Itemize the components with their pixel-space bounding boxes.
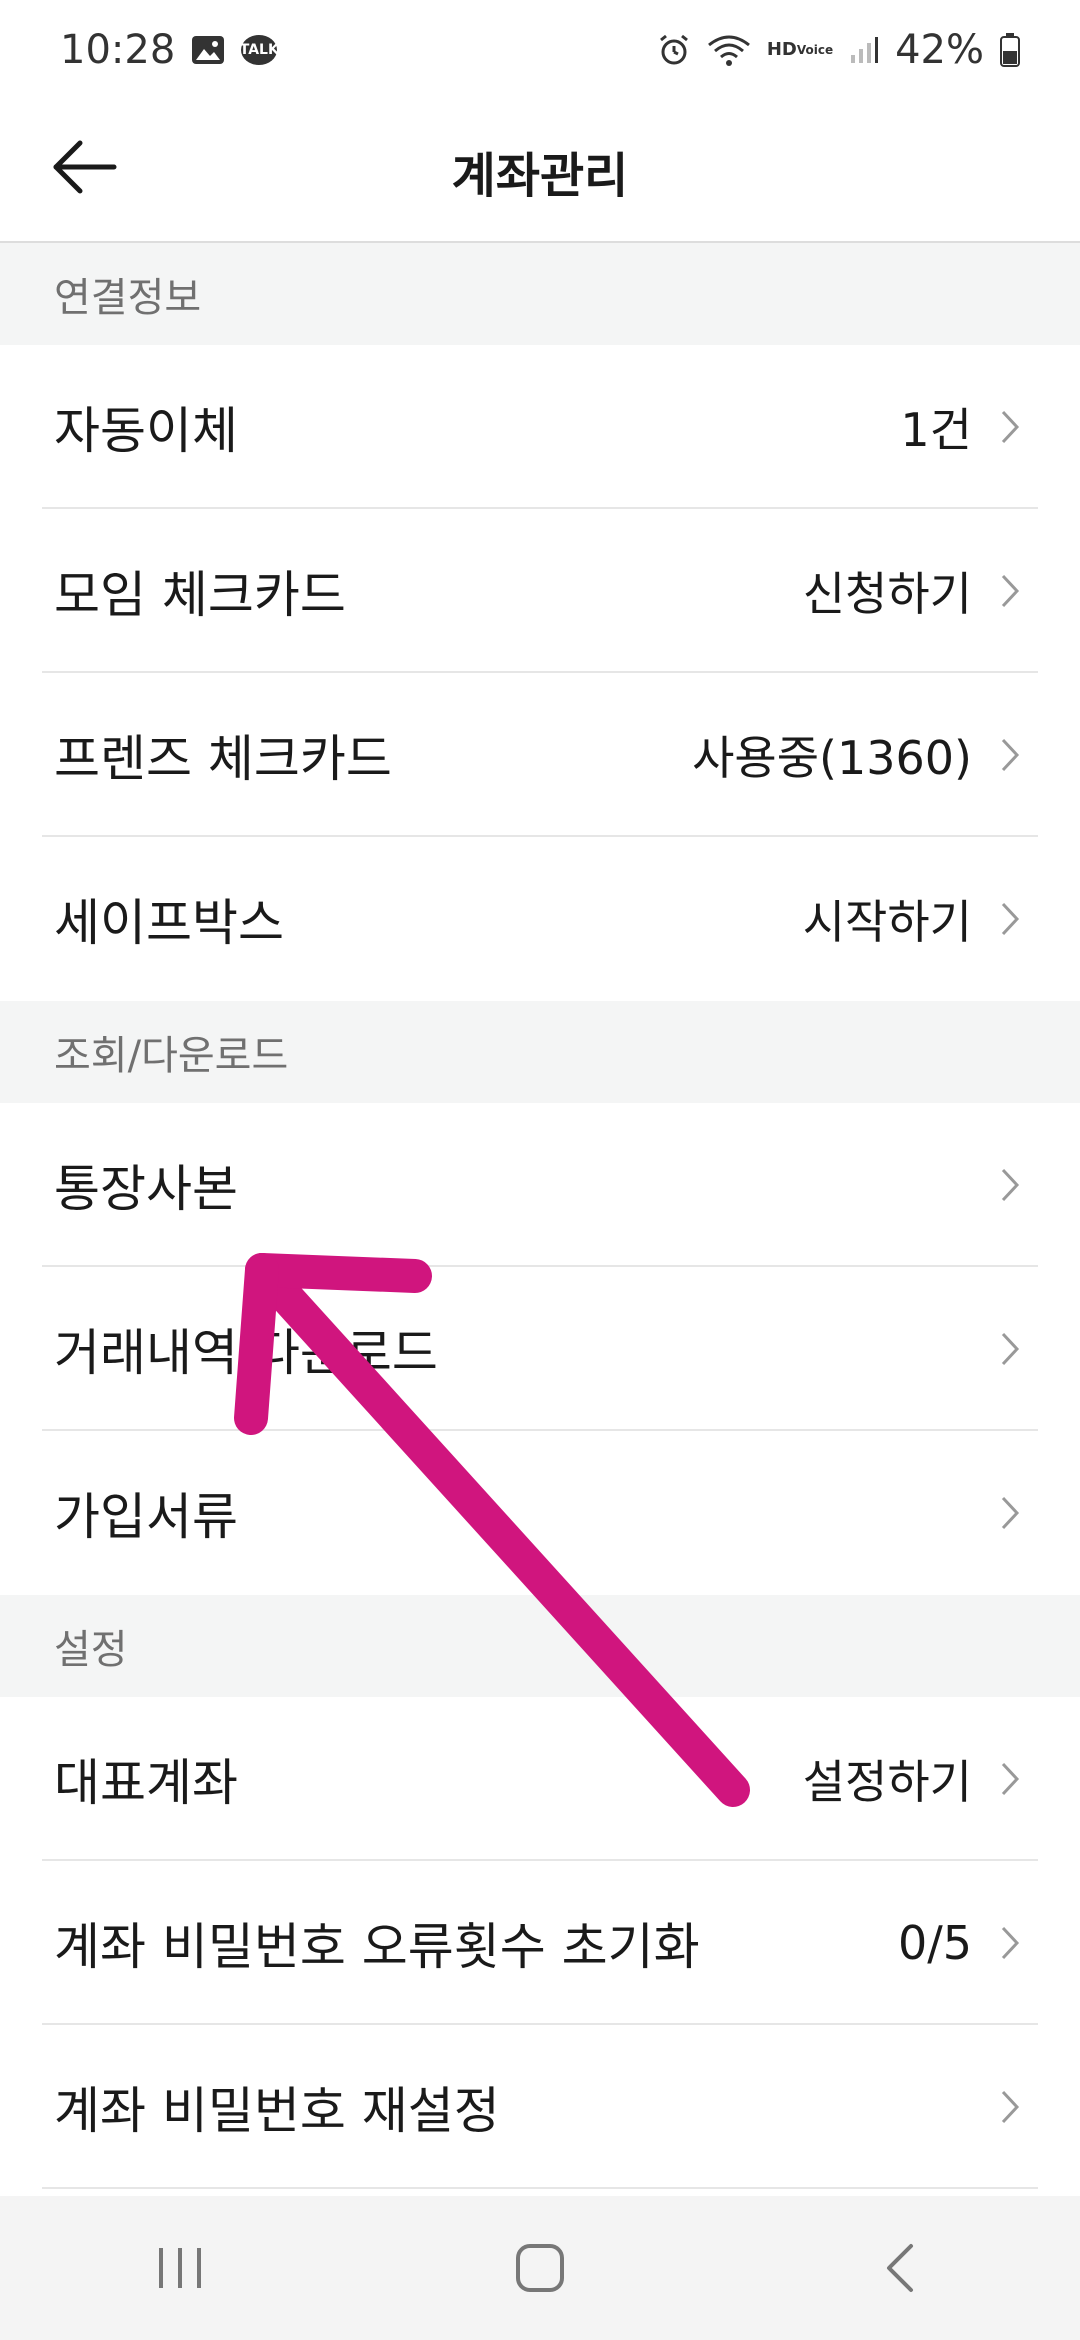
chevron-right-icon <box>1000 571 1026 611</box>
row-right <box>972 1329 1026 1369</box>
signal-icon <box>849 35 879 65</box>
status-time: 10:28 <box>60 27 176 73</box>
row-label: 가입서류 <box>54 1488 238 1546</box>
chevron-right-icon <box>1000 1493 1026 1533</box>
row-primary-account[interactable]: 대표계좌 설정하기 <box>0 1697 1080 1861</box>
row-value: 신청하기 <box>802 567 972 621</box>
chevron-right-icon <box>1000 899 1026 939</box>
back-button[interactable] <box>40 122 130 212</box>
chevron-right-icon <box>1000 1759 1026 1799</box>
recent-apps-button[interactable] <box>120 2218 240 2318</box>
hd-bottom-label: Voice <box>796 43 834 57</box>
chevron-right-icon <box>1000 1329 1026 1369</box>
section-header-connection: 연결정보 <box>0 243 1080 345</box>
battery-icon <box>1000 33 1020 67</box>
row-label: 자동이체 <box>54 402 238 460</box>
row-label: 모임 체크카드 <box>54 566 346 624</box>
row-right: 시작하기 <box>803 886 1026 952</box>
status-right: HD Voice 42% <box>657 27 1020 73</box>
row-friends-check-card[interactable]: 프렌즈 체크카드 사용중(1360) <box>0 673 1080 837</box>
app-header: 계좌관리 <box>0 100 1080 243</box>
home-icon <box>516 2244 564 2292</box>
row-value: 사용중(1360) <box>692 731 972 785</box>
recent-apps-icon <box>159 2248 201 2288</box>
section-header-download: 조회/다운로드 <box>0 1001 1080 1103</box>
chevron-right-icon <box>1000 735 1026 775</box>
row-value: 1건 <box>900 403 972 457</box>
hd-top-label: HD <box>766 39 797 60</box>
row-right: 0/5 <box>898 1916 1026 1970</box>
row-group-check-card[interactable]: 모임 체크카드 신청하기 <box>0 509 1080 673</box>
kakaotalk-icon: TALK <box>240 35 279 65</box>
row-bankbook-copy[interactable]: 통장사본 <box>0 1103 1080 1267</box>
battery-percent: 42% <box>895 27 984 73</box>
row-right <box>972 2087 1026 2127</box>
alarm-icon <box>657 33 691 67</box>
settings-list: 연결정보 자동이체 1건 모임 체크카드 신청하기 프렌즈 체크카드 사용중(1… <box>0 243 1080 2189</box>
status-left: 10:28 TALK <box>60 27 279 73</box>
row-password-reset[interactable]: 계좌 비밀번호 재설정 <box>0 2025 1080 2189</box>
arrow-left-icon <box>53 140 117 194</box>
page-title: 계좌관리 <box>451 147 629 204</box>
system-nav-bar <box>0 2196 1080 2340</box>
row-value: 설정하기 <box>802 1755 972 1809</box>
row-signup-documents[interactable]: 가입서류 <box>0 1431 1080 1595</box>
row-right: 신청하기 <box>803 558 1026 624</box>
gallery-icon <box>191 35 225 65</box>
row-label: 프렌즈 체크카드 <box>54 730 392 788</box>
hd-voice-icon: HD Voice <box>766 39 834 60</box>
row-auto-transfer[interactable]: 자동이체 1건 <box>0 345 1080 509</box>
wifi-icon <box>707 33 751 67</box>
row-label: 계좌 비밀번호 오류횟수 초기화 <box>54 1918 700 1976</box>
chevron-right-icon <box>1000 407 1026 447</box>
chevron-right-icon <box>1000 1923 1026 1963</box>
home-button[interactable] <box>480 2218 600 2318</box>
row-right: 사용중(1360) <box>692 722 1026 788</box>
row-label: 계좌 비밀번호 재설정 <box>54 2082 500 2140</box>
row-right <box>972 1165 1026 1205</box>
row-password-error-reset[interactable]: 계좌 비밀번호 오류횟수 초기화 0/5 <box>0 1861 1080 2025</box>
row-value: 시작하기 <box>802 895 972 949</box>
row-right <box>972 1493 1026 1533</box>
chevron-right-icon <box>1000 1165 1026 1205</box>
row-label: 대표계좌 <box>54 1754 238 1812</box>
row-value: 0/5 <box>897 1916 972 1970</box>
row-safe-box[interactable]: 세이프박스 시작하기 <box>0 837 1080 1001</box>
row-label: 거래내역 다운로드 <box>54 1324 438 1382</box>
chevron-right-icon <box>1000 2087 1026 2127</box>
status-bar: 10:28 TALK HD Voice 42% <box>0 0 1080 100</box>
row-label: 통장사본 <box>54 1160 238 1218</box>
nav-back-button[interactable] <box>840 2218 960 2318</box>
row-transaction-download[interactable]: 거래내역 다운로드 <box>0 1267 1080 1431</box>
row-right: 설정하기 <box>803 1746 1026 1812</box>
chevron-left-icon <box>887 2244 913 2292</box>
row-right: 1건 <box>900 394 1026 460</box>
account-management-screen: 10:28 TALK HD Voice 42% 계좌관리 연결정보 자동이체 1… <box>0 0 1080 2340</box>
row-label: 세이프박스 <box>54 894 284 952</box>
section-header-settings: 설정 <box>0 1595 1080 1697</box>
